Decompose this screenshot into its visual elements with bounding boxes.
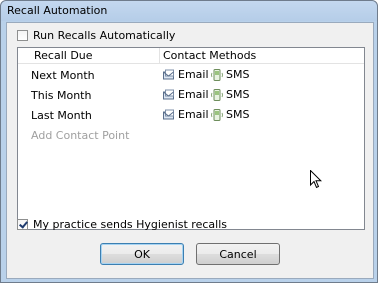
hygienist-label: My practice sends Hygienist recalls	[33, 218, 227, 231]
column-header-contact-methods[interactable]: Contact Methods	[163, 49, 256, 62]
sms-label: SMS	[226, 108, 250, 121]
mobile-phone-icon	[211, 88, 223, 101]
hygienist-checkbox[interactable]	[17, 219, 28, 230]
email-label: Email	[178, 88, 209, 101]
mobile-phone-icon	[211, 108, 223, 121]
recall-grid[interactable]: Recall Due Contact Methods Next Month Em…	[17, 47, 365, 230]
email-method[interactable]: Email	[163, 108, 209, 121]
email-method[interactable]: Email	[163, 68, 209, 81]
run-recalls-checkbox-row[interactable]: Run Recalls Automatically	[17, 29, 175, 42]
column-header-recall-due[interactable]: Recall Due	[34, 49, 93, 62]
table-row[interactable]: This Month Email SMS	[18, 86, 364, 105]
mobile-phone-icon	[211, 68, 223, 81]
window-title: Recall Automation	[7, 4, 108, 17]
recall-automation-dialog: Recall Automation Run Recalls Automatica…	[0, 0, 378, 283]
cancel-button[interactable]: Cancel	[196, 243, 280, 265]
table-row[interactable]: Last Month Email SMS	[18, 106, 364, 125]
dialog-body: Run Recalls Automatically Recall Due Con…	[6, 22, 374, 279]
ok-button[interactable]: OK	[100, 243, 184, 265]
recall-due-cell: This Month	[31, 89, 92, 102]
grid-header: Recall Due Contact Methods	[18, 48, 364, 64]
email-method[interactable]: Email	[163, 88, 209, 101]
email-label: Email	[178, 108, 209, 121]
run-recalls-label: Run Recalls Automatically	[33, 29, 176, 42]
add-contact-point-link[interactable]: Add Contact Point	[31, 129, 129, 142]
mouse-pointer-icon	[310, 170, 322, 189]
table-row[interactable]: Next Month Email SMS	[18, 66, 364, 85]
sms-label: SMS	[226, 68, 250, 81]
hygienist-checkbox-row[interactable]: My practice sends Hygienist recalls	[17, 218, 227, 231]
sms-label: SMS	[226, 88, 250, 101]
recall-due-cell: Next Month	[31, 69, 95, 82]
sms-method[interactable]: SMS	[211, 88, 249, 101]
add-contact-point-row[interactable]: Add Contact Point	[18, 126, 364, 145]
run-recalls-checkbox[interactable]	[17, 30, 28, 41]
envelope-icon	[163, 109, 174, 119]
recall-due-cell: Last Month	[31, 109, 92, 122]
sms-method[interactable]: SMS	[211, 68, 249, 81]
email-label: Email	[178, 68, 209, 81]
sms-method[interactable]: SMS	[211, 108, 249, 121]
column-divider	[159, 48, 160, 63]
envelope-icon	[163, 89, 174, 99]
title-bar[interactable]: Recall Automation	[1, 1, 377, 21]
envelope-icon	[163, 69, 174, 79]
